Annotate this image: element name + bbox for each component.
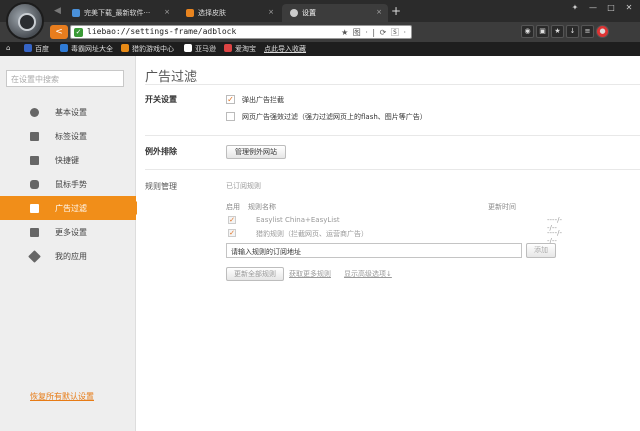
extension-icon[interactable]: ◉ — [521, 25, 534, 38]
bookmark-duba[interactable]: 毒霸网址大全 — [60, 44, 113, 54]
subscribed-rules-label: 已订阅规则 — [226, 182, 261, 190]
menu-icon[interactable]: ≡ — [581, 25, 594, 38]
divider — [145, 84, 640, 85]
secure-check-icon: ✓ — [74, 28, 83, 37]
bookmark-aitaobao[interactable]: 爱淘宝 — [224, 44, 256, 54]
tab-skin[interactable]: 选择皮肤 × — [178, 4, 280, 22]
more-rules-link[interactable]: 获取更多规则 — [289, 269, 331, 279]
window-controls: ✦ — □ ✕ — [564, 3, 636, 15]
lock-icon[interactable]: ▣ — [536, 25, 549, 38]
home-icon[interactable]: ⌂ — [6, 44, 10, 52]
tab-label: 设置 — [302, 9, 316, 17]
divider — [145, 135, 640, 136]
bookmark-game[interactable]: 猎豹游戏中心 — [121, 44, 174, 54]
aitaobao-icon — [224, 44, 232, 52]
minimize-icon[interactable]: — — [586, 3, 600, 15]
gear-icon — [30, 108, 39, 117]
settings-search-input[interactable]: 在设置中搜索 — [6, 70, 124, 87]
update-all-rules-button[interactable]: 更新全部规则 — [226, 267, 284, 281]
tab-label: 完美下载_最新软件··· — [84, 9, 151, 17]
popup-block-label: 弹出广告拦截 — [242, 96, 284, 104]
sidebar-item-tabs[interactable]: 标签设置 — [0, 124, 136, 148]
amazon-icon — [184, 44, 192, 52]
popup-block-checkbox[interactable]: ✓ — [226, 95, 235, 104]
browser-logo-icon[interactable] — [6, 2, 44, 40]
exceptions-section-heading: 例外排除 — [145, 147, 177, 156]
settings-main: 广告过滤 开关设置 ✓ 弹出广告拦截 网页广告强效过滤（强力过滤网页上的flas… — [137, 56, 640, 431]
manage-exceptions-button[interactable]: 管理例外网站 — [226, 145, 286, 159]
mouse-icon — [30, 180, 39, 189]
back-arrow-icon[interactable]: ◀ — [54, 6, 61, 16]
close-icon[interactable]: × — [376, 8, 382, 16]
tab-download[interactable]: 完美下载_最新软件··· × — [64, 4, 176, 22]
tab-icon — [30, 132, 39, 141]
rule-enabled-checkbox[interactable]: ✓ — [228, 216, 236, 224]
gear-icon — [290, 9, 298, 17]
sidebar-item-adblock[interactable]: 广告过滤 — [0, 196, 143, 220]
page-title: 广告过滤 — [145, 70, 198, 85]
settings-sidebar: 在设置中搜索 基本设置 标签设置 快捷键 鼠标手势 广告过滤 更多设置 我的应用… — [0, 56, 143, 431]
rule-name: Easylist China+EasyList — [256, 216, 340, 224]
sidebar-item-gestures[interactable]: 鼠标手势 — [0, 172, 136, 196]
close-icon[interactable]: × — [268, 8, 274, 16]
toolbar: < ✓ liebao://settings-frame/adblock ★ 图 … — [0, 22, 640, 42]
sidebar-item-basic[interactable]: 基本设置 — [0, 100, 136, 124]
table-row: ✓ Easylist China+EasyList ----/--/-- — [226, 215, 566, 232]
advanced-options-link[interactable]: 显示高级选项↓ — [344, 269, 392, 279]
col-updated: 更新时间 — [488, 203, 516, 211]
rule-name: 猎豹规则（拦截网页、运营商广告） — [256, 230, 368, 238]
keyboard-icon — [30, 156, 39, 165]
skin-icon[interactable]: ✦ — [568, 3, 582, 15]
baidu-icon — [24, 44, 32, 52]
strong-filter-label: 网页广告强效过滤（强力过滤网页上的flash、图片等广告） — [242, 113, 427, 121]
import-bookmarks-link[interactable]: 点此导入收藏 — [264, 44, 306, 54]
strong-filter-checkbox[interactable] — [226, 112, 235, 121]
tab-label: 选择皮肤 — [198, 9, 226, 17]
maximize-icon[interactable]: □ — [604, 3, 618, 15]
download-icon[interactable]: ↓ — [566, 25, 579, 38]
close-window-icon[interactable]: ✕ — [622, 3, 636, 15]
reset-defaults-link[interactable]: 恢复所有默认设置 — [30, 391, 94, 402]
address-controls[interactable]: ★ 图 · | ⟳ 🅂 · — [341, 27, 407, 38]
url-text[interactable]: liebao://settings-frame/adblock — [87, 27, 236, 36]
sidebar-item-more[interactable]: 更多设置 — [0, 220, 136, 244]
game-icon[interactable]: ● — [596, 25, 609, 38]
sidebar-item-shortcuts[interactable]: 快捷键 — [0, 148, 136, 172]
bookmark-amazon[interactable]: 亚马逊 — [184, 44, 216, 54]
wrench-icon — [30, 228, 39, 237]
new-tab-icon[interactable]: + — [391, 4, 401, 18]
switch-section-heading: 开关设置 — [145, 95, 177, 104]
apps-icon — [28, 250, 41, 263]
col-name: 规则名称 — [248, 203, 276, 211]
close-icon[interactable]: × — [164, 8, 170, 16]
back-button[interactable]: < — [50, 25, 68, 39]
bookmark-baidu[interactable]: 百度 — [24, 44, 49, 54]
add-rule-button[interactable]: 添加 — [526, 243, 556, 258]
game-center-icon — [121, 44, 129, 52]
skin-favicon-icon — [186, 9, 194, 17]
tab-bar: ◀ 完美下载_最新软件··· × 选择皮肤 × 设置 × + ✦ — □ ✕ — [0, 0, 640, 22]
rules-table: 启用 规则名称 更新时间 ✓ Easylist China+EasyList -… — [226, 202, 566, 245]
divider — [145, 169, 640, 170]
rules-section-heading: 规则管理 — [145, 182, 177, 191]
rule-url-input[interactable]: 请输入规则的订阅地址 — [226, 243, 522, 258]
table-row: ✓ 猎豹规则（拦截网页、运营商广告） ----/--/-- — [226, 228, 566, 245]
window-icon — [30, 204, 39, 213]
toolbar-icons: ◉ ▣ ★ ↓ ≡ ● — [521, 25, 611, 38]
site-favicon-icon — [72, 9, 80, 17]
col-enabled: 启用 — [226, 203, 240, 211]
sidebar-item-apps[interactable]: 我的应用 — [0, 244, 136, 268]
tab-settings[interactable]: 设置 × — [282, 4, 388, 22]
rule-enabled-checkbox[interactable]: ✓ — [228, 229, 236, 237]
address-bar[interactable]: ✓ liebao://settings-frame/adblock ★ 图 · … — [70, 25, 412, 39]
duba-icon — [60, 44, 68, 52]
star-icon[interactable]: ★ — [551, 25, 564, 38]
bookmarks-bar: ⌂ 百度 毒霸网址大全 猎豹游戏中心 亚马逊 爱淘宝 点此导入收藏 — [0, 42, 640, 56]
